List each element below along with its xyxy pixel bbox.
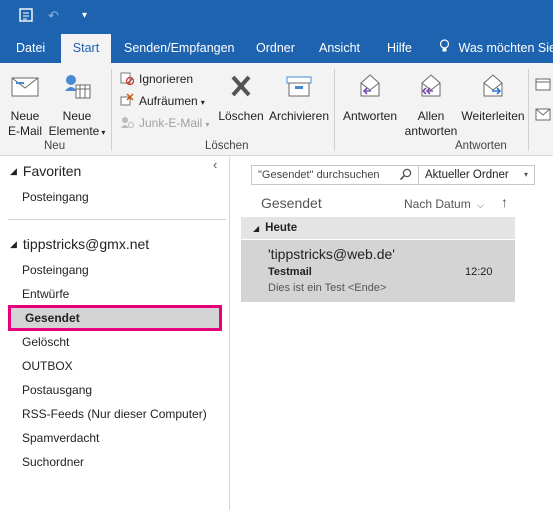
group-label-loeschen: Löschen	[205, 140, 249, 152]
chevron-down-icon: ▾	[101, 128, 106, 137]
cleanup-icon	[120, 93, 134, 107]
forward-icon	[461, 71, 525, 105]
group-header-today[interactable]: ◢ Heute	[241, 217, 515, 239]
folder-spam[interactable]: Spamverdacht	[22, 428, 99, 448]
sort-dropdown[interactable]: Nach Datum ⌵	[404, 197, 484, 211]
message-subject: Testmail	[268, 266, 312, 278]
tab-file[interactable]: Datei	[16, 34, 45, 63]
forward-button[interactable]: Weiterleiten	[461, 71, 525, 124]
reply-icon	[340, 71, 400, 105]
folder-drafts[interactable]: Entwürfe	[22, 284, 69, 304]
tab-send-receive[interactable]: Senden/Empfangen	[124, 34, 235, 63]
collapse-pane-icon[interactable]: ‹	[213, 157, 217, 172]
tab-help[interactable]: Hilfe	[387, 34, 412, 63]
lightbulb-icon	[439, 35, 451, 64]
divider	[8, 219, 226, 220]
folder-inbox[interactable]: Posteingang	[22, 260, 89, 280]
chevron-down-icon: ▾	[205, 120, 210, 129]
favorite-folder-inbox[interactable]: Posteingang	[22, 187, 89, 207]
group-divider	[334, 69, 335, 151]
junk-email-button[interactable]: Junk-E-Mail ▾	[120, 115, 209, 133]
cleanup-button[interactable]: Aufräumen ▾	[120, 93, 205, 111]
undo-icon[interactable]: ↶	[48, 7, 59, 25]
folder-postausgang[interactable]: Postausgang	[22, 380, 92, 400]
chevron-down-icon: ▾	[523, 170, 528, 179]
delete-icon	[216, 71, 266, 105]
folder-outbox[interactable]: OUTBOX	[22, 356, 73, 376]
account-header[interactable]: ◢ tippstricks@gmx.net	[10, 236, 149, 252]
folder-pane: ‹ ◢ Favoriten Posteingang ◢ tippstricks@gm…	[0, 157, 230, 510]
chevron-down-icon: ⌵	[477, 200, 484, 210]
message-time: 12:20	[465, 266, 493, 278]
message-sender: 'tippstricks@web.de'	[268, 246, 395, 262]
meeting-icon[interactable]	[535, 77, 551, 94]
new-items-icon	[47, 71, 107, 105]
folder-deleted[interactable]: Gelöscht	[22, 332, 69, 352]
junk-icon	[120, 115, 134, 129]
folder-rss-feeds[interactable]: RSS-Feeds (Nur dieser Computer)	[22, 404, 207, 424]
reply-all-button[interactable]: Allen antworten	[401, 71, 461, 139]
message-preview: Dies ist ein Test <Ende>	[268, 282, 387, 294]
ignore-icon	[120, 71, 135, 86]
tab-view[interactable]: Ansicht	[319, 34, 360, 63]
group-divider	[528, 69, 529, 151]
more-respond-icon[interactable]	[535, 107, 551, 124]
archive-icon	[267, 71, 331, 105]
title-bar: ↶ ▾	[0, 0, 553, 34]
new-email-button[interactable]: Neue E-Mail	[4, 71, 46, 139]
sync-icon[interactable]	[18, 7, 34, 28]
tell-me-text: Was möchten Sie t	[458, 41, 553, 55]
customize-toolbar-icon[interactable]: ▾	[82, 7, 87, 25]
delete-button[interactable]: Löschen	[216, 71, 266, 124]
reply-button[interactable]: Antworten	[340, 71, 400, 124]
ribbon-tabs: Datei Start Senden/Empfangen Ordner Ansi…	[0, 34, 553, 63]
expand-triangle-icon: ◢	[10, 166, 17, 176]
ignore-button[interactable]: Ignorieren	[120, 71, 193, 87]
tell-me-box[interactable]: Was möchten Sie t	[439, 34, 553, 63]
search-input[interactable]: "Gesendet" durchsuchen	[251, 165, 419, 185]
favorites-header[interactable]: ◢ Favoriten	[10, 163, 81, 179]
archive-button[interactable]: Archivieren	[267, 71, 331, 124]
sort-direction-icon[interactable]: ↑	[501, 194, 508, 210]
folder-search[interactable]: Suchordner	[22, 452, 84, 472]
new-items-button[interactable]: Neue Elemente ▾	[47, 71, 107, 140]
search-scope-select[interactable]: Aktueller Ordner ▾	[419, 165, 535, 185]
search-icon[interactable]	[399, 168, 412, 187]
tab-folder[interactable]: Ordner	[256, 34, 295, 63]
group-label-antworten: Antworten	[455, 140, 507, 152]
expand-triangle-icon: ◢	[10, 239, 17, 249]
message-item[interactable]: 'tippstricks@web.de' Testmail 12:20 Dies…	[241, 240, 515, 302]
ribbon: Neue E-Mail Neue Elemente ▾ Neu Ignoriere…	[0, 63, 553, 156]
expand-triangle-icon: ◢	[253, 224, 260, 233]
message-list-pane: "Gesendet" durchsuchen Aktueller Ordner …	[231, 157, 553, 510]
list-title: Gesendet	[261, 195, 322, 211]
reply-all-icon	[401, 71, 461, 105]
group-divider	[111, 69, 112, 151]
tab-start[interactable]: Start	[61, 34, 111, 63]
folder-sent[interactable]: Gesendet	[8, 305, 222, 331]
group-label-neu: Neu	[44, 140, 66, 152]
chevron-down-icon: ▾	[200, 98, 205, 107]
new-email-icon	[4, 71, 46, 105]
